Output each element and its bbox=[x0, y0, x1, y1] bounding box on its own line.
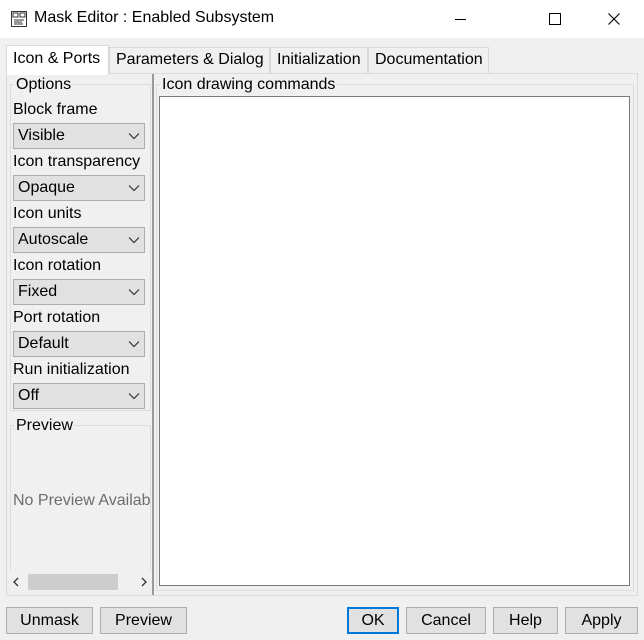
close-button[interactable] bbox=[591, 0, 637, 38]
block-frame-label: Block frame bbox=[13, 101, 98, 118]
chevron-down-icon bbox=[128, 393, 140, 400]
maximize-button[interactable] bbox=[532, 0, 578, 38]
icon-rotation-dropdown[interactable]: Fixed bbox=[13, 279, 145, 305]
cancel-button[interactable]: Cancel bbox=[406, 607, 486, 634]
options-horizontal-scrollbar[interactable] bbox=[7, 572, 153, 592]
tab-documentation[interactable]: Documentation bbox=[368, 47, 489, 73]
chevron-down-icon bbox=[128, 341, 140, 348]
icon-transparency-label: Icon transparency bbox=[13, 153, 141, 170]
icon-units-dropdown[interactable]: Autoscale bbox=[13, 227, 145, 253]
title-bar: Mask Editor : Enabled Subsystem bbox=[0, 0, 644, 38]
preview-placeholder: No Preview Availab bbox=[13, 492, 151, 509]
icon-drawing-commands-editor[interactable] bbox=[159, 96, 630, 586]
chevron-right-icon bbox=[141, 577, 147, 587]
icon-drawing-group-title: Icon drawing commands bbox=[160, 76, 338, 94]
tab-parameters-dialog[interactable]: Parameters & Dialog bbox=[109, 47, 270, 73]
icon-units-value: Autoscale bbox=[18, 231, 89, 248]
block-frame-value: Visible bbox=[18, 127, 65, 144]
maximize-icon bbox=[549, 13, 561, 25]
tab-label: Documentation bbox=[375, 51, 483, 68]
icon-units-label: Icon units bbox=[13, 205, 82, 222]
tab-initialization[interactable]: Initialization bbox=[270, 47, 368, 73]
options-pane: Options Block frame Visible Icon transpa… bbox=[7, 74, 153, 595]
window-title: Mask Editor : Enabled Subsystem bbox=[34, 9, 275, 26]
scroll-left-button[interactable] bbox=[7, 572, 25, 592]
minimize-button[interactable] bbox=[438, 0, 484, 38]
icon-transparency-dropdown[interactable]: Opaque bbox=[13, 175, 145, 201]
minimize-icon bbox=[455, 19, 466, 20]
help-button[interactable]: Help bbox=[493, 607, 558, 634]
preview-group-title: Preview bbox=[14, 417, 75, 435]
chevron-left-icon bbox=[13, 577, 19, 587]
preview-button[interactable]: Preview bbox=[100, 607, 187, 634]
chevron-down-icon bbox=[128, 289, 140, 296]
icon-transparency-value: Opaque bbox=[18, 179, 75, 196]
close-icon bbox=[608, 13, 620, 25]
run-initialization-dropdown[interactable]: Off bbox=[13, 383, 145, 409]
mask-editor-icon bbox=[11, 11, 27, 27]
ok-button[interactable]: OK bbox=[347, 607, 399, 634]
port-rotation-value: Default bbox=[18, 335, 69, 352]
unmask-button[interactable]: Unmask bbox=[6, 607, 93, 634]
run-initialization-value: Off bbox=[18, 387, 40, 404]
scroll-thumb[interactable] bbox=[28, 574, 118, 590]
tab-label: Initialization bbox=[277, 51, 361, 68]
chevron-down-icon bbox=[128, 133, 140, 140]
pane-splitter[interactable] bbox=[152, 74, 154, 595]
port-rotation-dropdown[interactable]: Default bbox=[13, 331, 145, 357]
run-initialization-label: Run initialization bbox=[13, 361, 130, 378]
scroll-right-button[interactable] bbox=[135, 572, 153, 592]
tab-label: Parameters & Dialog bbox=[116, 51, 264, 68]
options-group-title: Options bbox=[14, 76, 74, 94]
chevron-down-icon bbox=[128, 237, 140, 244]
port-rotation-label: Port rotation bbox=[13, 309, 101, 326]
icon-rotation-value: Fixed bbox=[18, 283, 58, 300]
apply-button[interactable]: Apply bbox=[565, 607, 638, 634]
block-frame-dropdown[interactable]: Visible bbox=[13, 123, 145, 149]
tab-icon-ports[interactable]: Icon & Ports bbox=[6, 45, 109, 75]
tab-label: Icon & Ports bbox=[13, 50, 101, 67]
icon-rotation-label: Icon rotation bbox=[13, 257, 102, 274]
chevron-down-icon bbox=[128, 185, 140, 192]
